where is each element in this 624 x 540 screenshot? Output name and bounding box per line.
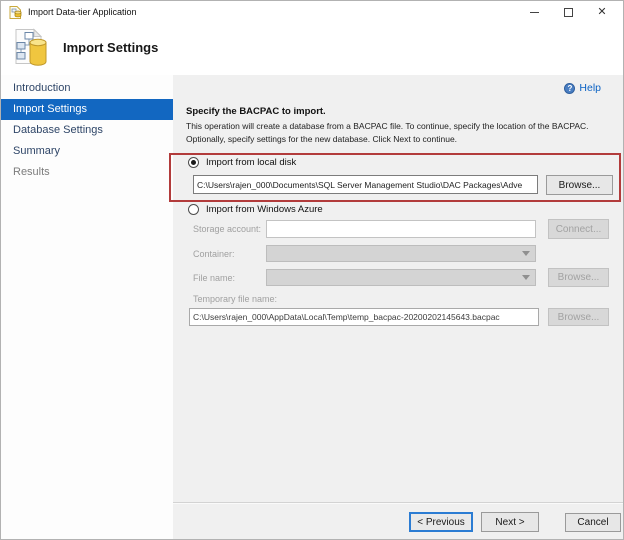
local-disk-browse-button[interactable]: Browse... <box>546 175 613 195</box>
close-icon: ✕ <box>597 7 606 18</box>
sidebar-item-database-settings[interactable]: Database Settings <box>1 120 173 141</box>
container-select <box>266 245 536 262</box>
sidebar-item-summary[interactable]: Summary <box>1 141 173 162</box>
temporary-file-name-label: Temporary file name: <box>193 294 277 304</box>
sidebar-item-results: Results <box>1 162 173 183</box>
local-disk-radio-selected-icon[interactable] <box>188 157 199 168</box>
temporary-file-browse-button: Browse... <box>548 308 609 326</box>
minimize-icon <box>530 12 539 13</box>
next-button[interactable]: Next > <box>481 512 539 532</box>
section-description: This operation will create a database fr… <box>186 120 624 146</box>
help-label: Help <box>579 82 601 94</box>
close-button[interactable]: ✕ <box>585 1 619 23</box>
connect-button: Connect... <box>548 219 609 239</box>
cancel-button[interactable]: Cancel <box>565 513 621 532</box>
windows-azure-radio-label: Import from Windows Azure <box>206 204 323 215</box>
sidebar-item-introduction[interactable]: Introduction <box>1 78 173 99</box>
help-link[interactable]: ? Help <box>564 82 601 94</box>
container-label: Container: <box>193 249 235 259</box>
import-data-tier-application-dialog: Import Data-tier Application ✕ Import Se… <box>0 0 624 540</box>
title-bar: Import Data-tier Application ✕ <box>1 1 623 23</box>
app-icon <box>9 6 22 19</box>
footer-divider <box>173 502 623 504</box>
file-name-label: File name: <box>193 273 235 283</box>
storage-account-label: Storage account: <box>193 224 261 234</box>
maximize-button[interactable] <box>551 1 585 23</box>
minimize-button[interactable] <box>517 1 551 23</box>
sidebar-item-import-settings[interactable]: Import Settings <box>1 99 173 120</box>
wizard-steps-sidebar: Introduction Import Settings Database Se… <box>1 75 173 539</box>
page-title: Import Settings <box>63 40 158 55</box>
window-controls: ✕ <box>517 1 619 23</box>
temporary-file-name-input[interactable] <box>189 308 539 326</box>
section-heading: Specify the BACPAC to import. <box>186 106 326 117</box>
local-disk-radio-label: Import from local disk <box>206 157 296 168</box>
help-icon: ? <box>564 83 575 94</box>
wizard-header: Import Settings <box>1 23 623 75</box>
previous-button[interactable]: < Previous <box>409 512 473 532</box>
database-document-icon <box>13 28 51 70</box>
local-disk-radio-row[interactable]: Import from local disk <box>188 157 296 168</box>
storage-account-input <box>266 220 536 238</box>
windows-azure-radio-row[interactable]: Import from Windows Azure <box>188 204 323 215</box>
import-settings-page: ? Help Specify the BACPAC to import. Thi… <box>173 75 623 539</box>
maximize-icon <box>564 8 573 17</box>
window-title: Import Data-tier Application <box>28 7 137 17</box>
windows-azure-radio-unselected-icon[interactable] <box>188 204 199 215</box>
chevron-down-icon <box>522 275 530 280</box>
bacpac-path-input[interactable] <box>193 175 538 194</box>
azure-browse-button: Browse... <box>548 268 609 287</box>
chevron-down-icon <box>522 251 530 256</box>
file-name-select <box>266 269 536 286</box>
